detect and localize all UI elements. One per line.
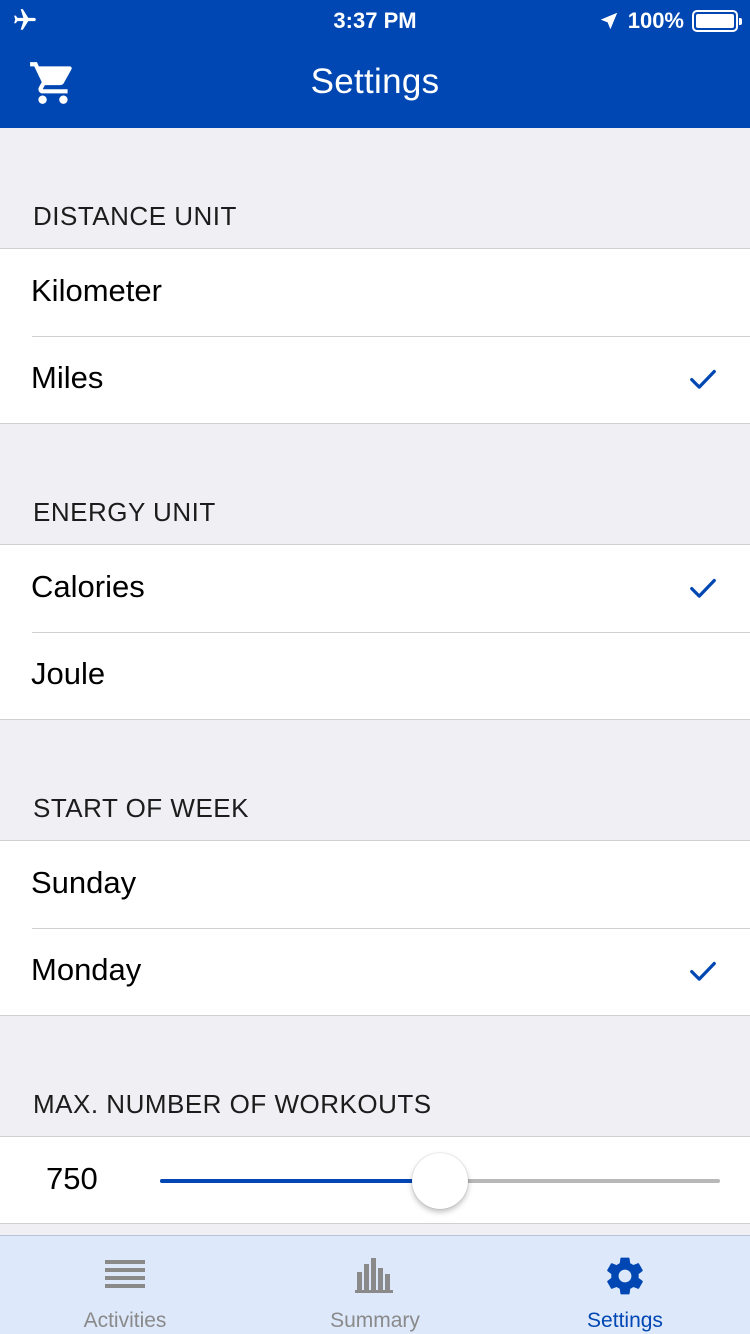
- option-label: Kilometer: [31, 273, 162, 308]
- tab-label: Settings: [587, 1309, 663, 1332]
- workouts-slider-row: 750: [0, 1137, 750, 1223]
- settings-content: DISTANCE UNIT Kilometer Miles ENERGY UNI…: [0, 128, 750, 1224]
- battery-icon: [692, 10, 742, 32]
- option-calories[interactable]: Calories: [0, 545, 750, 632]
- option-miles[interactable]: Miles: [0, 336, 750, 423]
- option-label: Calories: [31, 569, 145, 604]
- distance-unit-group: Kilometer Miles: [0, 248, 750, 424]
- nav-bar: Settings: [0, 40, 750, 128]
- section-header-distance: DISTANCE UNIT: [33, 201, 237, 231]
- tab-summary[interactable]: Summary: [250, 1236, 500, 1334]
- slider-thumb[interactable]: [412, 1153, 468, 1209]
- option-label: Monday: [31, 952, 142, 987]
- tab-label: Activities: [83, 1309, 167, 1332]
- max-workouts-group: 750: [0, 1136, 750, 1224]
- tab-label: Summary: [330, 1309, 420, 1332]
- workouts-slider[interactable]: [160, 1153, 720, 1209]
- tab-settings[interactable]: Settings: [500, 1236, 750, 1334]
- status-bar: 3:37 PM 100%: [0, 0, 750, 40]
- option-monday[interactable]: Monday: [0, 928, 750, 1015]
- energy-unit-group: Calories Joule: [0, 544, 750, 720]
- page-title: Settings: [310, 62, 440, 101]
- gear-icon: [607, 1257, 643, 1295]
- bar-chart-icon: [355, 1258, 393, 1293]
- option-joule[interactable]: Joule: [0, 632, 750, 719]
- list-icon: [105, 1260, 145, 1288]
- workouts-value: 750: [46, 1161, 98, 1196]
- location-arrow-icon: [600, 12, 617, 30]
- option-sunday[interactable]: Sunday: [0, 841, 750, 928]
- tab-activities[interactable]: Activities: [0, 1236, 250, 1334]
- option-kilometer[interactable]: Kilometer: [0, 249, 750, 336]
- checkmark-icon: [690, 578, 716, 598]
- section-header-energy: ENERGY UNIT: [33, 497, 216, 527]
- option-label: Sunday: [31, 865, 137, 900]
- status-right: 100%: [598, 8, 742, 34]
- checkmark-icon: [690, 961, 716, 981]
- battery-percent: 100%: [627, 8, 684, 33]
- option-label: Joule: [31, 656, 106, 691]
- section-header-week: START OF WEEK: [33, 793, 249, 823]
- slider-fill: [160, 1179, 440, 1183]
- checkmark-icon: [690, 369, 716, 389]
- top-bar: 3:37 PM 100% Settings: [0, 0, 750, 128]
- tab-bar: Activities Summary Settings: [0, 1235, 750, 1334]
- option-label: Miles: [31, 360, 104, 395]
- section-header-workouts: MAX. NUMBER OF WORKOUTS: [33, 1089, 432, 1119]
- start-of-week-group: Sunday Monday: [0, 840, 750, 1016]
